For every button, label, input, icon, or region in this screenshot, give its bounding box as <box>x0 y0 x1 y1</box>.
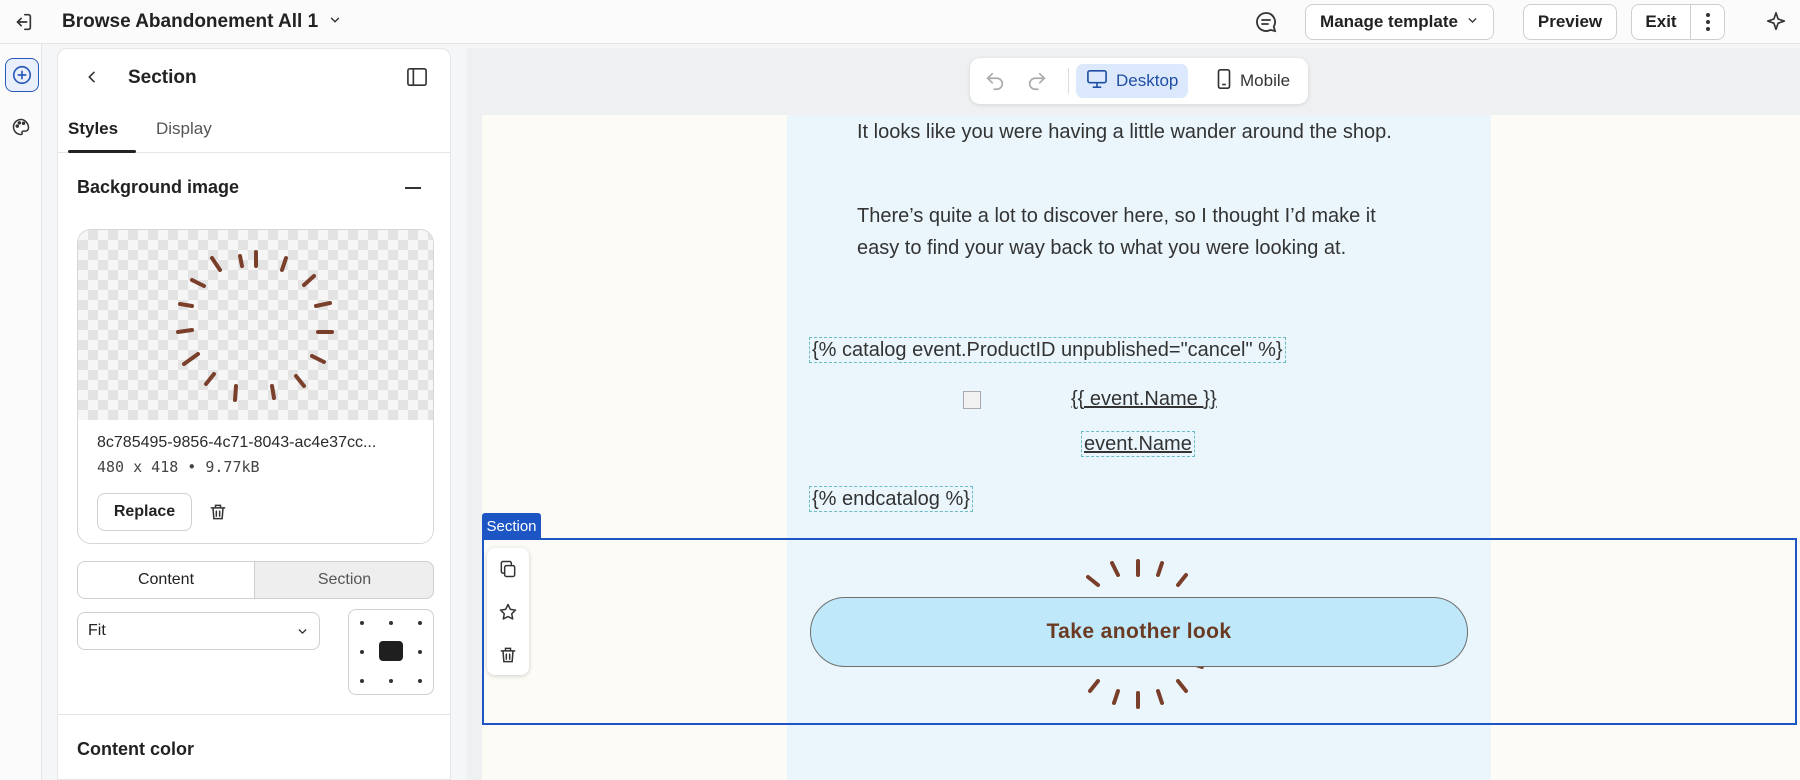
duplicate-icon[interactable] <box>496 557 520 581</box>
template-title[interactable]: Browse Abandonement All 1 <box>62 11 342 33</box>
section-settings-panel: Section Styles Display Background image <box>57 48 451 780</box>
image-filename: 8c785495-9856-4c71-8043-ac4e37cc... <box>97 434 377 451</box>
top-bar: Browse Abandonement All 1 Manage templat… <box>0 0 1800 44</box>
replace-image-button[interactable]: Replace <box>97 493 192 531</box>
catalog-open-tag[interactable]: {% catalog event.ProductID unpublished="… <box>809 337 1286 363</box>
add-content-icon[interactable] <box>5 58 39 92</box>
exit-editor-icon[interactable] <box>10 10 36 34</box>
collapse-icon[interactable] <box>405 187 421 189</box>
panel-tabs: Styles Display <box>58 107 450 153</box>
mobile-view-button[interactable]: Mobile <box>1206 64 1300 98</box>
star-icon[interactable] <box>496 600 520 624</box>
image-fit-value: Fit <box>88 622 106 639</box>
divider <box>1068 68 1069 94</box>
preview-label: Preview <box>1537 12 1603 31</box>
catalog-close-tag[interactable]: {% endcatalog %} <box>809 486 973 512</box>
background-image-heading: Background image <box>77 177 240 197</box>
active-tab-indicator <box>68 150 136 153</box>
intro-paragraph[interactable]: It looks like you were having a little w… <box>857 116 1417 148</box>
chevron-down-icon <box>328 11 342 33</box>
manage-template-label: Manage template <box>1320 12 1458 31</box>
back-chevron-icon[interactable] <box>80 65 104 89</box>
exit-button[interactable]: Exit <box>1632 5 1690 39</box>
desktop-icon <box>1086 69 1108 94</box>
image-dimensions: 480 x 418 • 9.77kB <box>97 458 260 476</box>
undo-icon[interactable] <box>982 69 1008 93</box>
palette-icon[interactable] <box>8 114 34 140</box>
product-name-link[interactable]: event.Name <box>1081 431 1195 457</box>
divider <box>58 714 450 715</box>
manage-template-button[interactable]: Manage template <box>1305 4 1494 40</box>
tab-display[interactable]: Display <box>156 119 212 139</box>
redo-icon[interactable] <box>1024 69 1050 93</box>
segment-section[interactable]: Section <box>256 562 433 598</box>
content-color-heading: Content color <box>77 739 194 759</box>
position-dot[interactable] <box>418 650 422 654</box>
position-dot[interactable] <box>360 621 364 625</box>
left-rail <box>0 44 42 780</box>
image-position-picker[interactable] <box>348 609 434 695</box>
mobile-icon <box>1216 68 1232 95</box>
trash-icon[interactable] <box>496 643 520 667</box>
chevron-down-icon <box>296 625 309 643</box>
segment-content[interactable]: Content <box>78 562 255 598</box>
background-image-card: 8c785495-9856-4c71-8043-ac4e37cc... 480 … <box>77 229 434 544</box>
position-dot[interactable] <box>360 679 364 683</box>
position-dot[interactable] <box>360 650 364 654</box>
section-floating-toolbar <box>487 548 529 675</box>
position-dot[interactable] <box>418 679 422 683</box>
mobile-label: Mobile <box>1240 71 1291 90</box>
broken-image-icon[interactable] <box>963 391 981 409</box>
selected-section-label[interactable]: Section <box>482 513 541 539</box>
image-fit-select[interactable]: Fit <box>77 612 320 650</box>
body-paragraph[interactable]: There’s quite a lot to discover here, so… <box>857 200 1417 264</box>
tab-styles[interactable]: Styles <box>68 119 118 139</box>
background-image-preview[interactable] <box>78 230 433 420</box>
take-another-look-button[interactable]: Take another look <box>810 597 1468 667</box>
exit-button-group: Exit <box>1631 4 1725 40</box>
trash-icon[interactable] <box>206 500 230 524</box>
more-options-icon[interactable] <box>1691 5 1725 39</box>
panel-toggle-icon[interactable] <box>404 65 430 89</box>
position-dot[interactable] <box>389 679 393 683</box>
product-name-merge-link[interactable]: {{ event.Name }} <box>1071 388 1217 411</box>
preview-button[interactable]: Preview <box>1523 4 1617 40</box>
desktop-view-button[interactable]: Desktop <box>1076 64 1189 98</box>
chevron-down-icon <box>1466 12 1479 32</box>
panel-title: Section <box>128 67 197 88</box>
comment-icon[interactable] <box>1252 9 1280 35</box>
sparkle-icon[interactable] <box>1762 9 1790 35</box>
template-title-text: Browse Abandonement All 1 <box>62 11 319 32</box>
position-selected-center[interactable] <box>379 641 403 661</box>
sunburst-preview-image <box>176 250 334 402</box>
desktop-label: Desktop <box>1116 71 1179 90</box>
position-dot[interactable] <box>389 621 393 625</box>
position-dot[interactable] <box>418 621 422 625</box>
scope-segmented-control: Content Section <box>77 561 434 599</box>
view-toolbar: Desktop Mobile <box>970 58 1308 104</box>
